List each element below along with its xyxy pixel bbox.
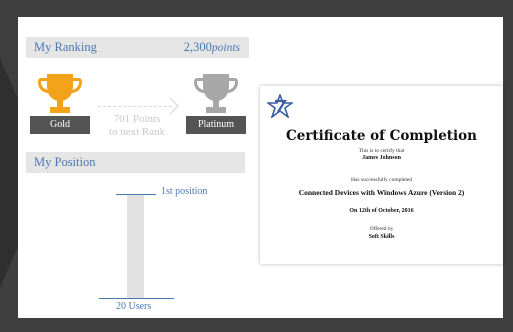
ranking-points: 2,300points: [184, 37, 240, 59]
points-needed-caption: to next Rank: [108, 126, 166, 138]
certificate-card[interactable]: Certificate of Completion This is to cer…: [260, 86, 503, 264]
points-unit: points: [211, 42, 240, 54]
points-value: 2,300: [183, 40, 212, 54]
position-column: [127, 195, 144, 298]
platinum-trophy-badge: Platinum: [186, 72, 246, 134]
baseline: [99, 298, 174, 299]
next-rank-label: Platinum: [186, 116, 246, 134]
offered-by-name: Soft Skills: [368, 234, 395, 240]
position-header: My Position: [26, 152, 245, 173]
left-bevel: [0, 58, 18, 288]
gold-trophy-badge: Gold: [30, 72, 90, 134]
ranking-title: My Ranking: [34, 40, 97, 54]
platinum-trophy-icon: [194, 74, 238, 113]
ranking-header: My Ranking 2,300points: [26, 37, 249, 58]
offered-by-text: Offered by: [369, 226, 394, 232]
completion-date: On 12th of October, 2016: [349, 208, 414, 214]
current-rank-label: Gold: [30, 116, 90, 134]
users-count: 20 Users: [116, 301, 152, 312]
position-label: 1st position: [161, 186, 208, 197]
star-logo-icon: [267, 94, 293, 118]
course-name: Connected Devices with Windows Azure (Ve…: [298, 188, 465, 197]
points-to-next-rank: 701 Points to next Rank: [93, 113, 181, 139]
progress-dashed-line: [98, 106, 172, 107]
recipient-name: James Johnson: [362, 155, 401, 161]
completed-text: Has successfully completed: [350, 177, 413, 183]
certificate-title: Certificate of Completion: [285, 128, 477, 144]
points-needed: 701 Points: [113, 113, 161, 125]
gold-trophy-icon: [38, 74, 82, 113]
position-title: My Position: [34, 155, 96, 169]
position-marker-line: [116, 194, 156, 195]
certify-text: This is to certify that: [358, 148, 405, 154]
